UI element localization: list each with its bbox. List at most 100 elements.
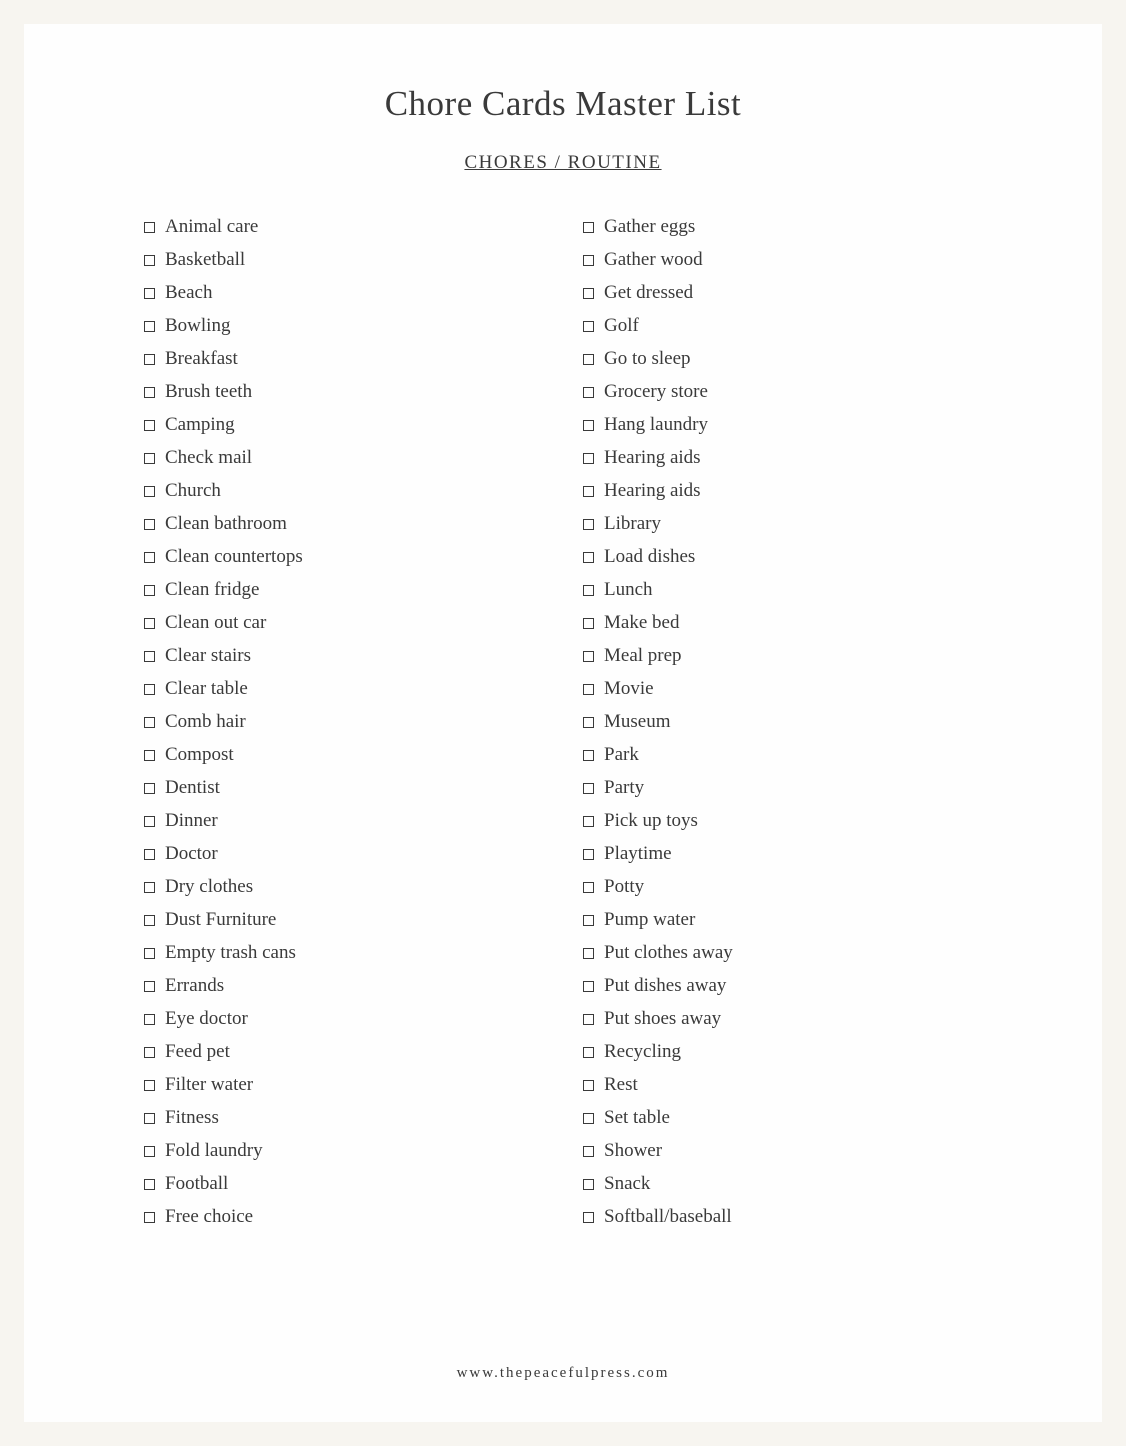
- list-item-label: Clear table: [165, 678, 248, 700]
- list-item-label: Errands: [165, 975, 224, 997]
- list-item: Basketball: [144, 249, 563, 271]
- checkbox-icon[interactable]: [583, 1179, 594, 1190]
- checkbox-icon[interactable]: [583, 618, 594, 629]
- checkbox-icon[interactable]: [144, 519, 155, 530]
- list-item: Pick up toys: [583, 810, 1002, 832]
- checkbox-icon[interactable]: [583, 420, 594, 431]
- checkbox-icon[interactable]: [583, 684, 594, 695]
- list-item: Park: [583, 744, 1002, 766]
- list-item: Bowling: [144, 315, 563, 337]
- checkbox-icon[interactable]: [583, 585, 594, 596]
- checkbox-icon[interactable]: [583, 354, 594, 365]
- list-item: Fitness: [144, 1107, 563, 1129]
- list-item: Check mail: [144, 447, 563, 469]
- checkbox-icon[interactable]: [144, 453, 155, 464]
- list-item: Hearing aids: [583, 447, 1002, 469]
- list-item: Potty: [583, 876, 1002, 898]
- list-item: Football: [144, 1173, 563, 1195]
- checkbox-icon[interactable]: [144, 1014, 155, 1025]
- checkbox-icon[interactable]: [144, 783, 155, 794]
- checkbox-icon[interactable]: [144, 387, 155, 398]
- checkbox-icon[interactable]: [144, 1080, 155, 1091]
- checkbox-icon[interactable]: [144, 915, 155, 926]
- checkbox-icon[interactable]: [144, 849, 155, 860]
- checkbox-icon[interactable]: [144, 618, 155, 629]
- checkbox-icon[interactable]: [144, 717, 155, 728]
- list-item: Dentist: [144, 777, 563, 799]
- checkbox-icon[interactable]: [583, 1212, 594, 1223]
- checkbox-icon[interactable]: [583, 1146, 594, 1157]
- checkbox-icon[interactable]: [144, 255, 155, 266]
- checkbox-icon[interactable]: [583, 321, 594, 332]
- checkbox-icon[interactable]: [144, 288, 155, 299]
- list-item: Brush teeth: [144, 381, 563, 403]
- checkbox-icon[interactable]: [144, 651, 155, 662]
- list-item: Meal prep: [583, 645, 1002, 667]
- checkbox-icon[interactable]: [583, 519, 594, 530]
- checkbox-icon[interactable]: [144, 816, 155, 827]
- checkbox-icon[interactable]: [144, 882, 155, 893]
- list-item-label: Grocery store: [604, 381, 708, 403]
- list-item: Breakfast: [144, 348, 563, 370]
- checkbox-icon[interactable]: [583, 1080, 594, 1091]
- checkbox-icon[interactable]: [583, 948, 594, 959]
- checkbox-icon[interactable]: [144, 321, 155, 332]
- checkbox-icon[interactable]: [583, 552, 594, 563]
- checkbox-icon[interactable]: [583, 750, 594, 761]
- checkbox-icon[interactable]: [144, 1047, 155, 1058]
- checkbox-icon[interactable]: [583, 1113, 594, 1124]
- checkbox-icon[interactable]: [144, 948, 155, 959]
- checkbox-icon[interactable]: [144, 1113, 155, 1124]
- checkbox-icon[interactable]: [583, 486, 594, 497]
- checkbox-icon[interactable]: [583, 387, 594, 398]
- checkbox-icon[interactable]: [144, 585, 155, 596]
- checkbox-icon[interactable]: [583, 882, 594, 893]
- list-item: Gather eggs: [583, 216, 1002, 238]
- checkbox-icon[interactable]: [583, 453, 594, 464]
- list-item: Get dressed: [583, 282, 1002, 304]
- checkbox-icon[interactable]: [144, 750, 155, 761]
- list-item-label: Pump water: [604, 909, 695, 931]
- checkbox-icon[interactable]: [144, 420, 155, 431]
- checkbox-icon[interactable]: [144, 486, 155, 497]
- list-item-label: Clear stairs: [165, 645, 251, 667]
- list-item: Museum: [583, 711, 1002, 733]
- list-item-label: Fitness: [165, 1107, 219, 1129]
- checkbox-icon[interactable]: [583, 981, 594, 992]
- list-item: Put shoes away: [583, 1008, 1002, 1030]
- checkbox-icon[interactable]: [583, 816, 594, 827]
- checkbox-icon[interactable]: [144, 552, 155, 563]
- list-item: Make bed: [583, 612, 1002, 634]
- checkbox-icon[interactable]: [583, 783, 594, 794]
- list-item-label: Football: [165, 1173, 228, 1195]
- list-item: Feed pet: [144, 1041, 563, 1063]
- list-item-label: Golf: [604, 315, 639, 337]
- checkbox-icon[interactable]: [583, 651, 594, 662]
- list-item: Lunch: [583, 579, 1002, 601]
- checkbox-icon[interactable]: [144, 222, 155, 233]
- list-item-label: Bowling: [165, 315, 230, 337]
- list-item-label: Softball/baseball: [604, 1206, 732, 1228]
- list-item: Free choice: [144, 1206, 563, 1228]
- checkbox-icon[interactable]: [144, 354, 155, 365]
- list-item-label: Gather eggs: [604, 216, 695, 238]
- list-item: Library: [583, 513, 1002, 535]
- checkbox-icon[interactable]: [144, 981, 155, 992]
- list-item-label: Library: [604, 513, 661, 535]
- checkbox-icon[interactable]: [583, 1047, 594, 1058]
- checkbox-icon[interactable]: [583, 1014, 594, 1025]
- checkbox-icon[interactable]: [144, 1146, 155, 1157]
- checkbox-icon[interactable]: [583, 717, 594, 728]
- checkbox-icon[interactable]: [144, 1179, 155, 1190]
- list-item-label: Doctor: [165, 843, 218, 865]
- checkbox-icon[interactable]: [583, 915, 594, 926]
- list-item-label: Feed pet: [165, 1041, 230, 1063]
- list-item-label: Rest: [604, 1074, 638, 1096]
- checkbox-icon[interactable]: [144, 684, 155, 695]
- checkbox-icon[interactable]: [583, 255, 594, 266]
- checkbox-icon[interactable]: [583, 288, 594, 299]
- list-item: Hang laundry: [583, 414, 1002, 436]
- checkbox-icon[interactable]: [583, 222, 594, 233]
- checkbox-icon[interactable]: [144, 1212, 155, 1223]
- checkbox-icon[interactable]: [583, 849, 594, 860]
